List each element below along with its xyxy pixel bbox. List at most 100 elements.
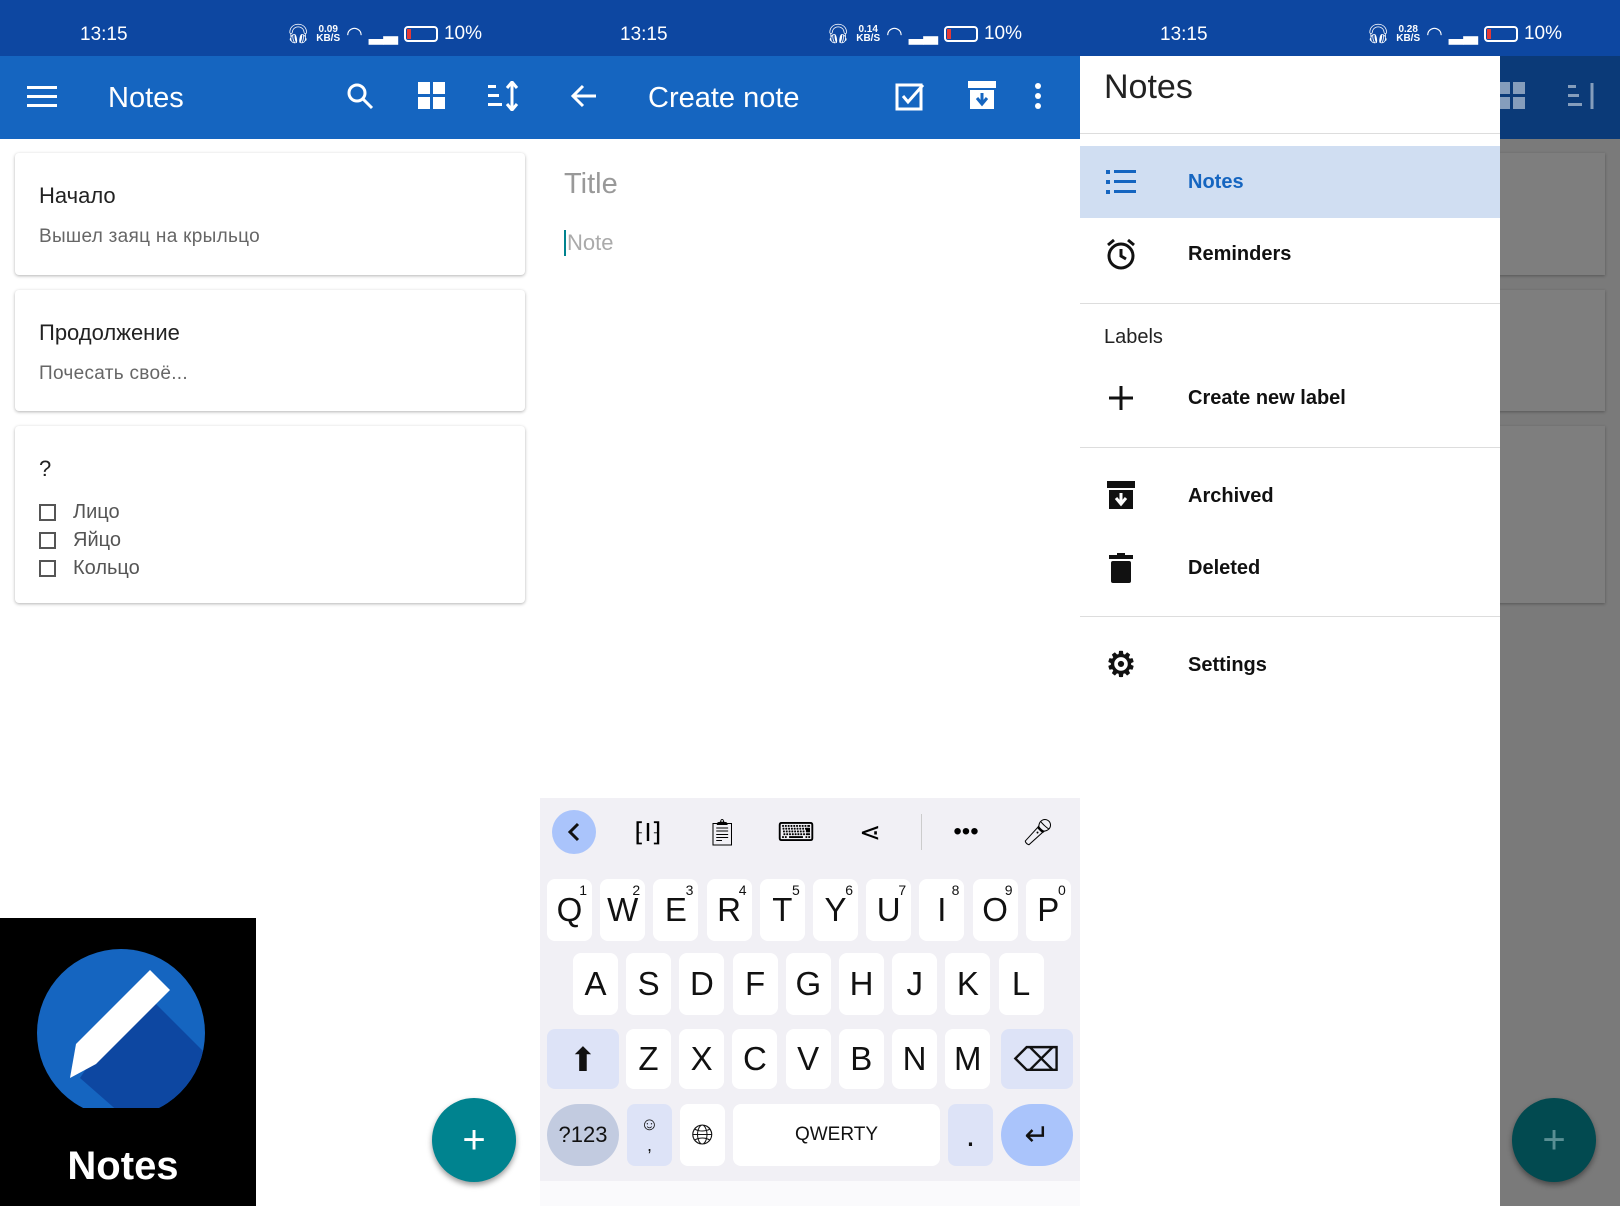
- status-bar: 13:15 🎧︎ 0.09 KB/S ◠ ▂▃ 10%: [0, 0, 540, 56]
- key-s[interactable]: S: [626, 953, 672, 1015]
- create-label-button[interactable]: Create new label: [1080, 362, 1500, 434]
- headphones-icon: 🎧︎: [1366, 24, 1391, 45]
- key-n[interactable]: N: [892, 1029, 937, 1089]
- menu-icon[interactable]: [26, 80, 58, 112]
- time: 13:15: [80, 24, 128, 45]
- archive-icon: [1104, 479, 1138, 513]
- drawer-screen: 13:15 🎧︎ 0.28 KB/S ◠ ▂▃ 10% + Notes Notes Rem…: [1080, 0, 1620, 1206]
- checklist-icon[interactable]: [892, 78, 928, 114]
- note-card[interactable]: Продолжение Почесать своё...: [15, 290, 525, 411]
- divider: [1080, 447, 1500, 448]
- key-u[interactable]: U7: [866, 879, 912, 941]
- nav-bar: [540, 1181, 1080, 1206]
- app-title: Notes: [108, 82, 184, 114]
- key-r[interactable]: R4: [706, 879, 752, 941]
- checklist-note-card[interactable]: ? Лицо Яйцо Кольцо: [15, 426, 525, 603]
- key-d[interactable]: D: [679, 953, 725, 1015]
- grid-view-icon[interactable]: [414, 78, 450, 114]
- key-i[interactable]: I8: [919, 879, 965, 941]
- signal-icon: ▂▃: [908, 23, 938, 45]
- key-a[interactable]: A: [573, 953, 618, 1015]
- space-key[interactable]: QWERTY: [733, 1104, 940, 1166]
- keyboard: ⁅I⁆ 📋︎ ⌨︎ ⋖ ••• 🎤︎ Q1W2E3R4T5Y6U7I8O9P0 A…: [540, 798, 1080, 1181]
- checklist-item: Лицо: [39, 498, 501, 526]
- headphones-icon: 🎧︎: [286, 24, 311, 45]
- divider: [1080, 133, 1500, 134]
- keyboard-icon[interactable]: ⌨︎: [777, 814, 815, 850]
- checklist-item: Яйцо: [39, 526, 501, 554]
- divider: [1080, 616, 1500, 617]
- title-input[interactable]: Title: [564, 168, 618, 201]
- add-note-button[interactable]: +: [432, 1098, 516, 1182]
- key-f[interactable]: F: [732, 953, 778, 1015]
- trash-icon: [1104, 551, 1138, 585]
- key-t[interactable]: T5: [759, 879, 805, 941]
- more-options-icon[interactable]: [1026, 78, 1050, 114]
- battery-level: 10%: [443, 23, 482, 44]
- shift-key[interactable]: ⬆: [547, 1029, 619, 1089]
- more-icon[interactable]: •••: [948, 814, 984, 850]
- emoji-comma-key[interactable]: ☺,: [627, 1104, 672, 1166]
- divider: [921, 814, 922, 850]
- microphone-icon[interactable]: 🎤︎: [1020, 814, 1056, 850]
- key-g[interactable]: G: [785, 953, 831, 1015]
- drawer-item-deleted[interactable]: Deleted: [1080, 532, 1500, 604]
- drawer-item-archived[interactable]: Archived: [1080, 460, 1500, 532]
- drawer-item-notes[interactable]: Notes: [1080, 146, 1500, 218]
- back-arrow-icon[interactable]: [566, 78, 602, 114]
- backspace-key[interactable]: ⌫: [1001, 1029, 1073, 1089]
- key-y[interactable]: Y6: [813, 879, 858, 941]
- key-b[interactable]: B: [838, 1029, 884, 1089]
- note-input[interactable]: Note: [564, 230, 613, 256]
- key-k[interactable]: K: [945, 953, 991, 1015]
- key-c[interactable]: C: [732, 1029, 778, 1089]
- net-speed: 0.14 KB/S: [856, 24, 881, 44]
- key-z[interactable]: Z: [626, 1029, 671, 1089]
- create-note-screen: 13:15 🎧︎ 0.14 KB/S ◠ ▂▃ 10% Create note Title…: [540, 0, 1080, 1206]
- key-l[interactable]: L: [998, 953, 1044, 1015]
- note-body: Почесать своё...: [39, 363, 188, 384]
- key-e[interactable]: E3: [653, 879, 699, 941]
- key-w[interactable]: W2: [600, 879, 646, 941]
- divider: [1080, 303, 1500, 304]
- time: 13:15: [620, 24, 668, 45]
- share-icon[interactable]: ⋖: [852, 814, 888, 850]
- cursor-control-icon[interactable]: ⁅I⁆: [630, 814, 666, 850]
- headphones-icon: 🎧︎: [826, 24, 851, 45]
- clipboard-icon[interactable]: 📋︎: [704, 814, 740, 850]
- period-key[interactable]: .: [948, 1104, 993, 1166]
- signal-icon: ▂▃: [368, 23, 398, 45]
- battery-icon: [1483, 26, 1518, 42]
- symbols-key[interactable]: ?123: [547, 1104, 619, 1166]
- time: 13:15: [1160, 24, 1208, 45]
- globe-icon[interactable]: 🌐︎: [680, 1104, 725, 1166]
- key-j[interactable]: J: [892, 953, 938, 1015]
- signal-icon: ▂▃: [1448, 23, 1478, 45]
- drawer-item-reminders[interactable]: Reminders: [1080, 218, 1500, 290]
- note-card[interactable]: Начало Вышел заяц на крыльцо: [15, 153, 525, 275]
- enter-key[interactable]: ↵: [1001, 1104, 1073, 1166]
- status-bar: 13:15 🎧︎ 0.14 KB/S ◠ ▂▃ 10%: [540, 0, 1080, 56]
- collapse-toolbar-icon[interactable]: [552, 810, 596, 854]
- drawer-item-settings[interactable]: ⚙︎ Settings: [1080, 629, 1500, 701]
- key-p[interactable]: P0: [1025, 879, 1071, 941]
- key-o[interactable]: O9: [972, 879, 1018, 941]
- checkbox-icon: [39, 531, 56, 549]
- key-h[interactable]: H: [839, 953, 884, 1015]
- app-bar: Notes: [0, 56, 540, 139]
- key-q[interactable]: Q1: [547, 879, 592, 941]
- wifi-icon: ◠: [346, 23, 363, 45]
- sort-icon[interactable]: [486, 78, 522, 114]
- net-speed: 0.28 KB/S: [1396, 24, 1421, 44]
- search-icon[interactable]: [342, 78, 378, 114]
- archive-icon[interactable]: [964, 78, 1000, 114]
- pencil-icon: [37, 949, 205, 1108]
- navigation-drawer: Notes Notes Reminders Labels Create new …: [1080, 56, 1500, 1206]
- key-v[interactable]: V: [785, 1029, 831, 1089]
- key-x[interactable]: X: [679, 1029, 725, 1089]
- notes-list-screen: 13:15 🎧︎ 0.09 KB/S ◠ ▂▃ 10% Notes Начало Вышел…: [0, 0, 540, 1206]
- battery-icon: [943, 26, 978, 42]
- note-body: Вышел заяц на крыльцо: [39, 226, 260, 247]
- key-m[interactable]: M: [945, 1029, 991, 1089]
- dimmed-fab: +: [1512, 1098, 1596, 1182]
